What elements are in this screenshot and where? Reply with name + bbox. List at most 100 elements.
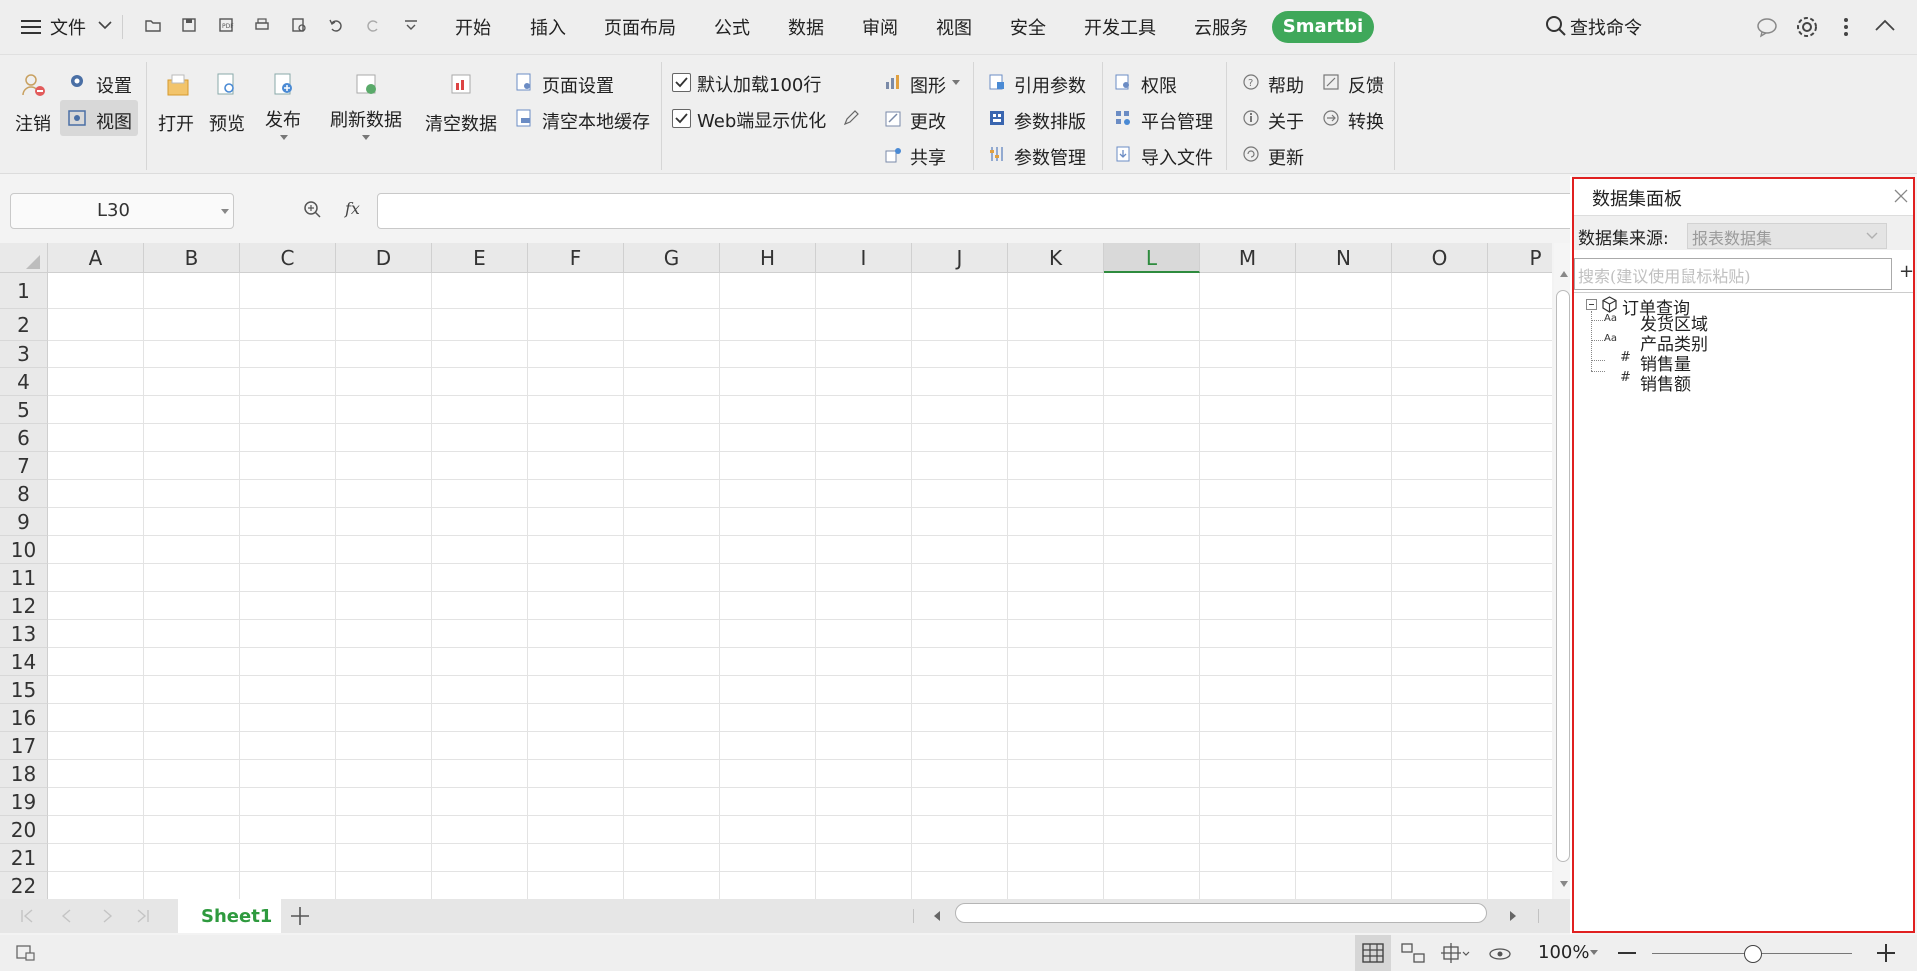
view-button[interactable]: 视图 bbox=[96, 108, 132, 134]
tab-security[interactable]: 安全 bbox=[1010, 14, 1046, 40]
row-header-11[interactable]: 11 bbox=[0, 564, 48, 592]
tab-formula[interactable]: 公式 bbox=[714, 14, 750, 40]
column-header-p[interactable]: P bbox=[1488, 243, 1552, 273]
tab-smartbi[interactable]: Smartbi bbox=[1272, 11, 1374, 43]
sheet-tab-sheet1[interactable]: Sheet1 bbox=[178, 899, 281, 933]
param-layout-button[interactable]: 参数排版 bbox=[1014, 108, 1086, 134]
column-header-k[interactable]: K bbox=[1008, 243, 1104, 273]
row-header-1[interactable]: 1 bbox=[0, 273, 48, 309]
comment-icon[interactable] bbox=[1756, 16, 1778, 38]
row-header-5[interactable]: 5 bbox=[0, 396, 48, 424]
tab-data[interactable]: 数据 bbox=[788, 14, 824, 40]
row-header-15[interactable]: 15 bbox=[0, 676, 48, 704]
column-header-b[interactable]: B bbox=[144, 243, 240, 273]
column-header-d[interactable]: D bbox=[336, 243, 432, 273]
select-all-corner[interactable] bbox=[0, 243, 48, 273]
gear-icon[interactable] bbox=[1795, 15, 1819, 39]
horizontal-scroll-thumb[interactable] bbox=[955, 903, 1487, 923]
row-header-10[interactable]: 10 bbox=[0, 536, 48, 564]
zoom-formula-icon[interactable] bbox=[303, 200, 323, 220]
column-header-a[interactable]: A bbox=[48, 243, 144, 273]
customize-dropdown-icon[interactable] bbox=[402, 16, 424, 38]
print-icon[interactable] bbox=[253, 16, 275, 38]
caret-down-icon[interactable] bbox=[362, 135, 370, 141]
publish-button[interactable]: 发布 bbox=[265, 106, 301, 132]
page-break-view-icon[interactable] bbox=[1401, 943, 1425, 963]
prev-sheet-icon[interactable] bbox=[60, 909, 74, 923]
preview-button[interactable]: 预览 bbox=[209, 110, 245, 136]
file-menu[interactable]: 文件 bbox=[50, 14, 86, 40]
tab-insert[interactable]: 插入 bbox=[530, 14, 566, 40]
save-icon[interactable] bbox=[180, 16, 202, 38]
caret-down-icon[interactable] bbox=[952, 80, 960, 86]
row-header-6[interactable]: 6 bbox=[0, 424, 48, 452]
close-icon[interactable] bbox=[1894, 189, 1908, 203]
help-button[interactable]: 帮助 bbox=[1268, 72, 1304, 98]
scroll-left-icon[interactable] bbox=[934, 911, 940, 921]
zoom-level[interactable]: 100% bbox=[1538, 942, 1589, 963]
spreadsheet-grid[interactable]: A B C D E F G H I J K L M N O P 1 2 3 4 5 6 7 8 9 10 11 12 13 14 15 16 1… bbox=[0, 243, 1552, 899]
tab-developer[interactable]: 开发工具 bbox=[1084, 14, 1156, 40]
column-header-e[interactable]: E bbox=[432, 243, 528, 273]
search-icon[interactable] bbox=[1544, 14, 1568, 38]
row-header-4[interactable]: 4 bbox=[0, 368, 48, 396]
vertical-scroll-thumb[interactable] bbox=[1556, 290, 1570, 862]
column-header-n[interactable]: N bbox=[1296, 243, 1392, 273]
row-header-13[interactable]: 13 bbox=[0, 620, 48, 648]
tab-page-layout[interactable]: 页面布局 bbox=[604, 14, 676, 40]
splitter[interactable] bbox=[1538, 909, 1539, 923]
row-header-9[interactable]: 9 bbox=[0, 508, 48, 536]
formula-input[interactable] bbox=[377, 193, 1574, 229]
caret-down-icon[interactable] bbox=[1590, 950, 1598, 956]
tab-cloud[interactable]: 云服务 bbox=[1194, 14, 1248, 40]
zoom-out-button[interactable] bbox=[1618, 952, 1636, 954]
about-button[interactable]: 关于 bbox=[1268, 108, 1304, 134]
dataset-search-input[interactable]: 搜索(建议使用鼠标粘贴) bbox=[1574, 258, 1892, 290]
row-header-8[interactable]: 8 bbox=[0, 480, 48, 508]
feedback-button[interactable]: 反馈 bbox=[1348, 72, 1384, 98]
print-preview-icon[interactable] bbox=[290, 16, 312, 38]
zoom-slider-handle[interactable] bbox=[1744, 945, 1762, 963]
logout-button[interactable]: 注销 bbox=[15, 110, 51, 136]
clear-cache-button[interactable]: 清空本地缓存 bbox=[542, 108, 650, 134]
eye-protect-icon[interactable] bbox=[1488, 945, 1512, 961]
row-header-16[interactable]: 16 bbox=[0, 704, 48, 732]
caret-down-icon[interactable] bbox=[280, 135, 288, 141]
add-sheet-icon[interactable] bbox=[290, 906, 310, 926]
clear-data-button[interactable]: 清空数据 bbox=[425, 110, 497, 136]
first-sheet-icon[interactable] bbox=[20, 909, 34, 923]
column-header-m[interactable]: M bbox=[1200, 243, 1296, 273]
open-folder-icon[interactable] bbox=[144, 16, 166, 38]
chart-button[interactable]: 图形 bbox=[910, 72, 946, 98]
tab-review[interactable]: 审阅 bbox=[862, 14, 898, 40]
chevron-down-icon[interactable] bbox=[98, 20, 112, 30]
last-sheet-icon[interactable] bbox=[136, 909, 150, 923]
column-header-h[interactable]: H bbox=[720, 243, 816, 273]
source-select[interactable]: 报表数据集 bbox=[1687, 223, 1887, 249]
import-file-button[interactable]: 导入文件 bbox=[1141, 144, 1213, 170]
column-header-l[interactable]: L bbox=[1104, 243, 1200, 273]
default-load-checkbox[interactable] bbox=[672, 73, 691, 92]
row-header-18[interactable]: 18 bbox=[0, 760, 48, 788]
reading-mode-icon[interactable] bbox=[1440, 942, 1470, 964]
name-box[interactable]: L30 bbox=[10, 193, 234, 229]
logout-icon[interactable] bbox=[20, 72, 46, 98]
convert-button[interactable]: 转换 bbox=[1348, 108, 1384, 134]
tree-collapse-icon[interactable] bbox=[1586, 299, 1597, 310]
tab-view[interactable]: 视图 bbox=[936, 14, 972, 40]
function-button[interactable]: fx bbox=[345, 199, 360, 218]
change-button[interactable]: 更改 bbox=[910, 108, 946, 134]
row-header-2[interactable]: 2 bbox=[0, 309, 48, 341]
scroll-down-icon[interactable] bbox=[1560, 881, 1568, 887]
permission-button[interactable]: 权限 bbox=[1141, 72, 1177, 98]
caret-down-icon[interactable] bbox=[221, 209, 229, 215]
row-header-14[interactable]: 14 bbox=[0, 648, 48, 676]
macro-record-icon[interactable] bbox=[16, 944, 36, 962]
row-header-22[interactable]: 22 bbox=[0, 872, 48, 899]
share-button[interactable]: 共享 bbox=[910, 144, 946, 170]
export-pdf-icon[interactable]: PDF bbox=[217, 16, 239, 38]
reference-param-button[interactable]: 引用参数 bbox=[1014, 72, 1086, 98]
hamburger-icon[interactable] bbox=[20, 17, 42, 37]
refresh-data-button[interactable]: 刷新数据 bbox=[330, 106, 402, 132]
column-header-o[interactable]: O bbox=[1392, 243, 1488, 273]
